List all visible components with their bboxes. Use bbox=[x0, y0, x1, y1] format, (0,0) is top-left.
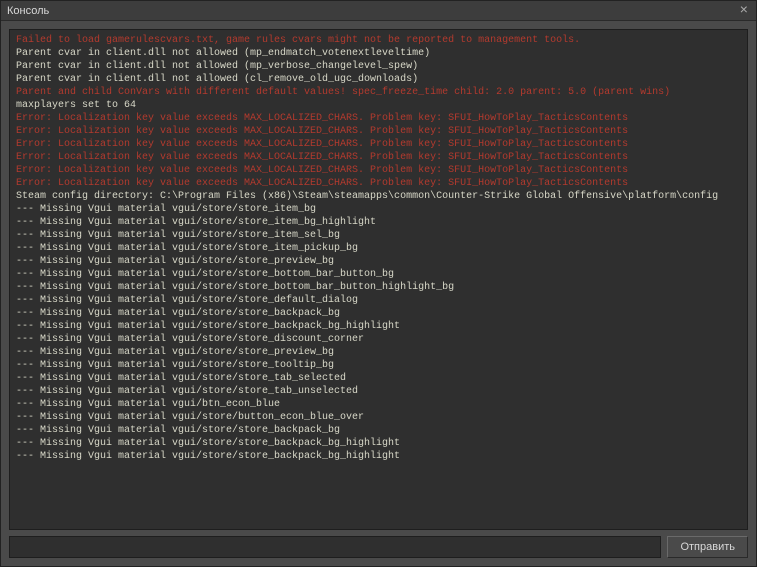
console-line: --- Missing Vgui material vgui/store/sto… bbox=[16, 346, 741, 359]
console-line: Parent cvar in client.dll not allowed (c… bbox=[16, 73, 741, 86]
window-body: Failed to load gamerulescvars.txt, game … bbox=[1, 21, 756, 566]
console-line: Parent cvar in client.dll not allowed (m… bbox=[16, 47, 741, 60]
console-line: Failed to load gamerulescvars.txt, game … bbox=[16, 34, 741, 47]
console-line: --- Missing Vgui material vgui/store/but… bbox=[16, 411, 741, 424]
console-line: --- Missing Vgui material vgui/store/sto… bbox=[16, 268, 741, 281]
console-line: Parent cvar in client.dll not allowed (m… bbox=[16, 60, 741, 73]
console-line: --- Missing Vgui material vgui/store/sto… bbox=[16, 255, 741, 268]
titlebar[interactable]: Консоль × bbox=[1, 1, 756, 21]
console-line: --- Missing Vgui material vgui/store/sto… bbox=[16, 203, 741, 216]
console-line: --- Missing Vgui material vgui/store/sto… bbox=[16, 424, 741, 437]
console-line: --- Missing Vgui material vgui/btn_econ_… bbox=[16, 398, 741, 411]
console-line: --- Missing Vgui material vgui/store/sto… bbox=[16, 333, 741, 346]
send-button[interactable]: Отправить bbox=[667, 536, 748, 558]
console-line: Error: Localization key value exceeds MA… bbox=[16, 112, 741, 125]
console-line: --- Missing Vgui material vgui/store/sto… bbox=[16, 229, 741, 242]
console-line: Error: Localization key value exceeds MA… bbox=[16, 177, 741, 190]
console-line: --- Missing Vgui material vgui/store/sto… bbox=[16, 216, 741, 229]
console-window: Консоль × Failed to load gamerulescvars.… bbox=[0, 0, 757, 567]
console-line: --- Missing Vgui material vgui/store/sto… bbox=[16, 437, 741, 450]
input-row: Отправить bbox=[9, 536, 748, 558]
console-line: Error: Localization key value exceeds MA… bbox=[16, 125, 741, 138]
console-line: Error: Localization key value exceeds MA… bbox=[16, 151, 741, 164]
console-line: --- Missing Vgui material vgui/store/sto… bbox=[16, 294, 741, 307]
console-line: Error: Localization key value exceeds MA… bbox=[16, 138, 741, 151]
console-line: --- Missing Vgui material vgui/store/sto… bbox=[16, 320, 741, 333]
console-line: --- Missing Vgui material vgui/store/sto… bbox=[16, 372, 741, 385]
console-line: --- Missing Vgui material vgui/store/sto… bbox=[16, 307, 741, 320]
window-title: Консоль bbox=[7, 5, 738, 17]
console-line: --- Missing Vgui material vgui/store/sto… bbox=[16, 385, 741, 398]
console-line: --- Missing Vgui material vgui/store/sto… bbox=[16, 281, 741, 294]
console-input[interactable] bbox=[9, 536, 661, 558]
console-line: Steam config directory: C:\Program Files… bbox=[16, 190, 741, 203]
close-icon[interactable]: × bbox=[738, 4, 750, 18]
console-output[interactable]: Failed to load gamerulescvars.txt, game … bbox=[9, 29, 748, 530]
console-line: --- Missing Vgui material vgui/store/sto… bbox=[16, 359, 741, 372]
console-line: --- Missing Vgui material vgui/store/sto… bbox=[16, 450, 741, 463]
console-line: --- Missing Vgui material vgui/store/sto… bbox=[16, 242, 741, 255]
console-line: Parent and child ConVars with different … bbox=[16, 86, 741, 99]
console-line: Error: Localization key value exceeds MA… bbox=[16, 164, 741, 177]
console-line: maxplayers set to 64 bbox=[16, 99, 741, 112]
